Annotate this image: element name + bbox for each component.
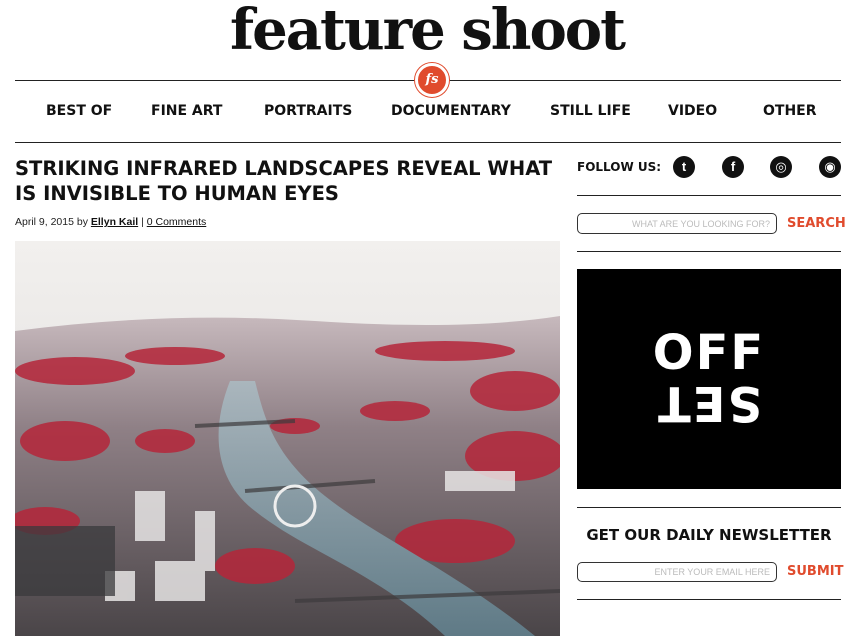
sidebar-divider xyxy=(577,195,841,196)
site-logo[interactable]: feature shoot xyxy=(0,0,854,62)
search-button[interactable]: SEARCH xyxy=(787,214,846,234)
ad-text-bottom: SET xyxy=(655,375,763,431)
facebook-icon[interactable]: f xyxy=(722,156,744,178)
rss-icon[interactable]: ◉ xyxy=(819,156,841,178)
nav-item-documentary[interactable]: DOCUMENTARY xyxy=(391,96,511,126)
sidebar-divider xyxy=(577,599,841,600)
article-meta: April 9, 2015 by Ellyn Kail | 0 Comments xyxy=(15,215,206,229)
email-field[interactable] xyxy=(577,562,777,582)
submit-button[interactable]: SUBMIT xyxy=(787,562,843,582)
follow-us-label: FOLLOW US: xyxy=(577,160,662,174)
nav-item-fine-art[interactable]: FINE ART xyxy=(151,96,222,126)
nav-item-other[interactable]: OTHER xyxy=(763,96,817,126)
nav-item-best-of[interactable]: BEST OF xyxy=(46,96,112,126)
sidebar-divider xyxy=(577,251,841,252)
meta-separator: | xyxy=(141,216,144,228)
newsletter-title: GET OUR DAILY NEWSLETTER xyxy=(586,526,832,544)
article-title[interactable]: STRIKING INFRARED LANDSCAPES REVEAL WHAT… xyxy=(15,156,560,206)
author-link[interactable]: Ellyn Kail xyxy=(91,216,138,228)
hero-image[interactable] xyxy=(15,241,560,636)
article-date: April 9, 2015 by xyxy=(15,216,88,228)
twitter-icon[interactable]: t xyxy=(673,156,695,178)
nav-divider xyxy=(15,142,841,143)
nav-item-video[interactable]: VIDEO xyxy=(668,96,717,126)
nav-item-still-life[interactable]: STILL LIFE xyxy=(550,96,631,126)
ad-text-top: OFF xyxy=(652,325,766,381)
offset-ad[interactable]: OFF SET xyxy=(577,269,841,489)
search-input[interactable] xyxy=(577,213,777,234)
sidebar-divider xyxy=(577,507,841,508)
site-badge: fs xyxy=(415,63,449,97)
comments-link[interactable]: 0 Comments xyxy=(147,216,207,228)
instagram-icon[interactable]: ◎ xyxy=(770,156,792,178)
main-nav: BEST OF FINE ART PORTRAITS DOCUMENTARY S… xyxy=(15,96,841,126)
nav-item-portraits[interactable]: PORTRAITS xyxy=(264,96,352,126)
